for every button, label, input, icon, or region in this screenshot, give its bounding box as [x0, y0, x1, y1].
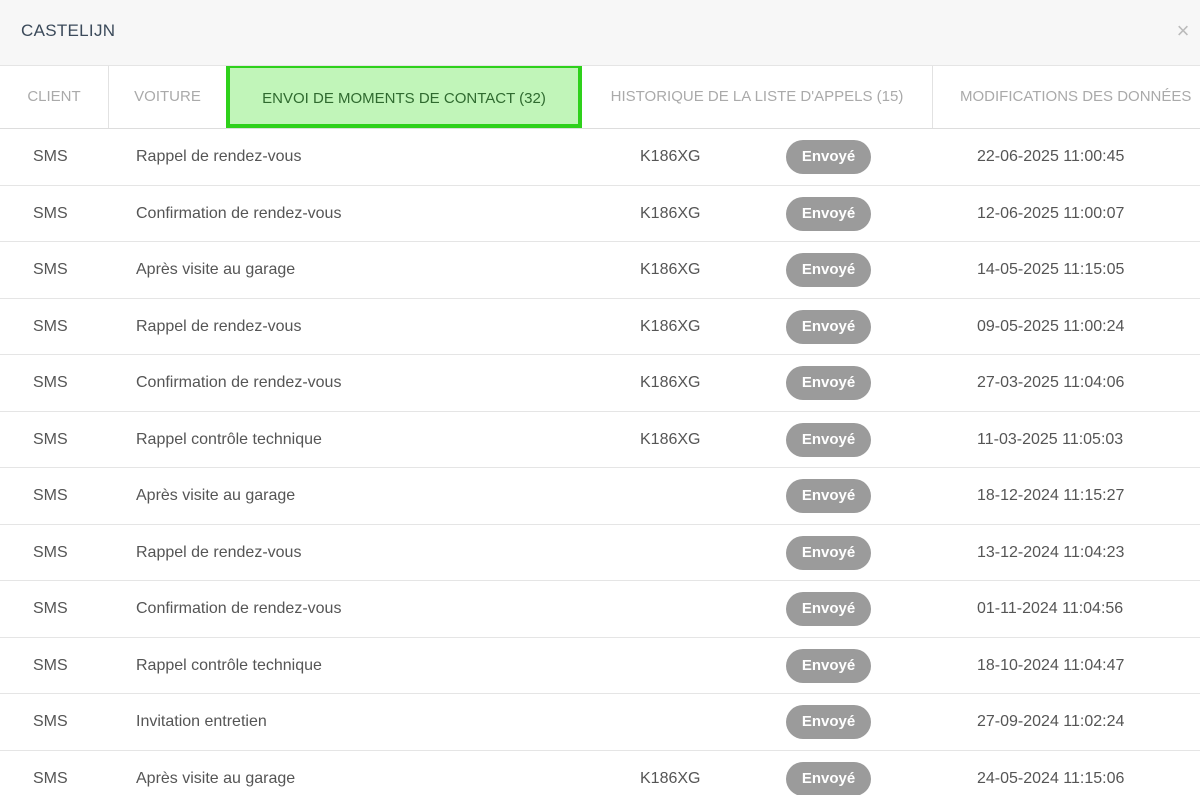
- table-row[interactable]: SMS Confirmation de rendez-vous K186XG Envo…: [0, 355, 1200, 412]
- row-license-plate: K186XG: [640, 430, 701, 448]
- row-type: SMS: [33, 769, 68, 787]
- row-license-plate: K186XG: [640, 769, 701, 787]
- table-row[interactable]: SMS Rappel de rendez-vous K186XG Envoyé 09-0…: [0, 299, 1200, 355]
- status-badge: Envoyé: [786, 253, 871, 287]
- row-status: Envoyé: [786, 648, 871, 683]
- modal-title: CASTELIJN: [21, 21, 116, 40]
- row-type: SMS: [33, 713, 68, 730]
- row-moment-name: Confirmation de rendez-vous: [136, 600, 342, 617]
- row-type: SMS: [33, 543, 68, 561]
- row-sent-date: 18-10-2024 11:04:47: [977, 656, 1125, 674]
- row-sent-date: 14-05-2025 11:15:05: [977, 261, 1125, 278]
- table-row[interactable]: SMS Après visite au garage K186XG Envoyé 14-…: [0, 242, 1200, 299]
- modal-header: CASTELIJN ×: [0, 0, 1200, 66]
- row-sent-date: 09-05-2025 11:00:24: [977, 317, 1125, 335]
- status-badge: Envoyé: [786, 705, 871, 739]
- tab-historique-liste-appels[interactable]: HISTORIQUE DE LA LISTE D'APPELS (15): [582, 66, 933, 128]
- status-badge: Envoyé: [786, 422, 871, 457]
- row-license-plate: K186XG: [640, 261, 701, 278]
- row-type: SMS: [33, 317, 68, 335]
- row-type: SMS: [33, 148, 68, 165]
- row-status: Envoyé: [786, 309, 871, 344]
- status-badge: Envoyé: [786, 309, 871, 344]
- row-sent-date: 11-03-2025 11:05:03: [977, 430, 1124, 448]
- status-badge: Envoyé: [786, 479, 871, 513]
- row-type: SMS: [33, 600, 68, 617]
- row-status: Envoyé: [786, 140, 871, 174]
- row-license-plate: K186XG: [640, 317, 701, 335]
- row-sent-date: 12-06-2025 11:00:07: [977, 204, 1125, 222]
- row-license-plate: K186XG: [640, 374, 701, 391]
- row-status: Envoyé: [786, 479, 871, 513]
- tab-client[interactable]: CLIENT: [0, 66, 109, 128]
- row-type: SMS: [33, 487, 68, 504]
- row-moment-name: Rappel de rendez-vous: [136, 148, 302, 165]
- row-type: SMS: [33, 656, 68, 674]
- contact-moments-modal: CASTELIJN × CLIENT VOITURE ENVOI DE MOME…: [0, 0, 1200, 795]
- row-license-plate: K186XG: [640, 148, 701, 165]
- row-moment-name: Rappel contrôle technique: [136, 656, 322, 674]
- row-status: Envoyé: [786, 705, 871, 739]
- row-status: Envoyé: [786, 422, 871, 457]
- row-type: SMS: [33, 430, 68, 448]
- row-type: SMS: [33, 261, 68, 278]
- row-status: Envoyé: [786, 761, 871, 795]
- row-status: Envoyé: [786, 366, 871, 400]
- row-moment-name: Confirmation de rendez-vous: [136, 374, 342, 391]
- row-status: Envoyé: [786, 592, 871, 626]
- row-sent-date: 27-09-2024 11:02:24: [977, 713, 1125, 730]
- row-moment-name: Après visite au garage: [136, 487, 296, 504]
- contact-moments-table: SMS Rappel de rendez-vous K186XG Envoyé 22-0…: [0, 129, 1200, 795]
- table-row[interactable]: SMS Après visite au garage Envoyé 18-12-202…: [0, 468, 1200, 525]
- status-badge: Envoyé: [786, 366, 871, 400]
- row-sent-date: 27-03-2025 11:04:06: [977, 374, 1125, 391]
- row-status: Envoyé: [786, 253, 871, 287]
- tab-modifications-donnees[interactable]: MODIFICATIONS DES DONNÉES: [933, 66, 1200, 128]
- row-status: Envoyé: [786, 196, 871, 231]
- status-badge: Envoyé: [786, 535, 871, 570]
- status-badge: Envoyé: [786, 592, 871, 626]
- status-badge: Envoyé: [786, 761, 871, 795]
- tab-voiture[interactable]: VOITURE: [109, 66, 227, 128]
- status-badge: Envoyé: [786, 648, 871, 683]
- table-row[interactable]: SMS Après visite au garage K186XG Envoyé 24-…: [0, 751, 1200, 795]
- row-sent-date: 24-05-2024 11:15:06: [977, 769, 1125, 787]
- row-moment-name: Rappel de rendez-vous: [136, 317, 302, 335]
- row-type: SMS: [33, 204, 68, 222]
- status-badge: Envoyé: [786, 196, 871, 231]
- tab-bar: CLIENT VOITURE ENVOI DE MOMENTS DE CONTA…: [0, 66, 1200, 129]
- table-row[interactable]: SMS Rappel contrôle technique Envoyé 18-10-…: [0, 638, 1200, 694]
- table-row[interactable]: SMS Rappel contrôle technique K186XG Envoyé…: [0, 412, 1200, 468]
- table-row[interactable]: SMS Rappel de rendez-vous Envoyé 13-12-2024…: [0, 525, 1200, 581]
- row-moment-name: Rappel de rendez-vous: [136, 543, 302, 561]
- row-sent-date: 13-12-2024 11:04:23: [977, 543, 1125, 561]
- row-license-plate: K186XG: [640, 204, 701, 222]
- table-row[interactable]: SMS Confirmation de rendez-vous Envoyé 01-1…: [0, 581, 1200, 638]
- row-moment-name: Après visite au garage: [136, 261, 296, 278]
- row-moment-name: Après visite au garage: [136, 769, 296, 787]
- row-moment-name: Rappel contrôle technique: [136, 430, 322, 448]
- row-sent-date: 01-11-2024 11:04:56: [977, 600, 1124, 617]
- row-sent-date: 18-12-2024 11:15:27: [977, 487, 1125, 504]
- status-badge: Envoyé: [786, 140, 871, 174]
- table-row[interactable]: SMS Confirmation de rendez-vous K186XG Envo…: [0, 186, 1200, 242]
- table-row[interactable]: SMS Invitation entretien Envoyé 27-09-2024 …: [0, 694, 1200, 751]
- row-sent-date: 22-06-2025 11:00:45: [977, 148, 1125, 165]
- row-type: SMS: [33, 374, 68, 391]
- row-status: Envoyé: [786, 535, 871, 570]
- table-row[interactable]: SMS Rappel de rendez-vous K186XG Envoyé 22-0…: [0, 129, 1200, 186]
- tab-envoi-moments-contact[interactable]: ENVOI DE MOMENTS DE CONTACT (32): [226, 66, 582, 128]
- row-moment-name: Confirmation de rendez-vous: [136, 204, 342, 222]
- close-icon[interactable]: ×: [1172, 18, 1194, 44]
- row-moment-name: Invitation entretien: [136, 713, 267, 730]
